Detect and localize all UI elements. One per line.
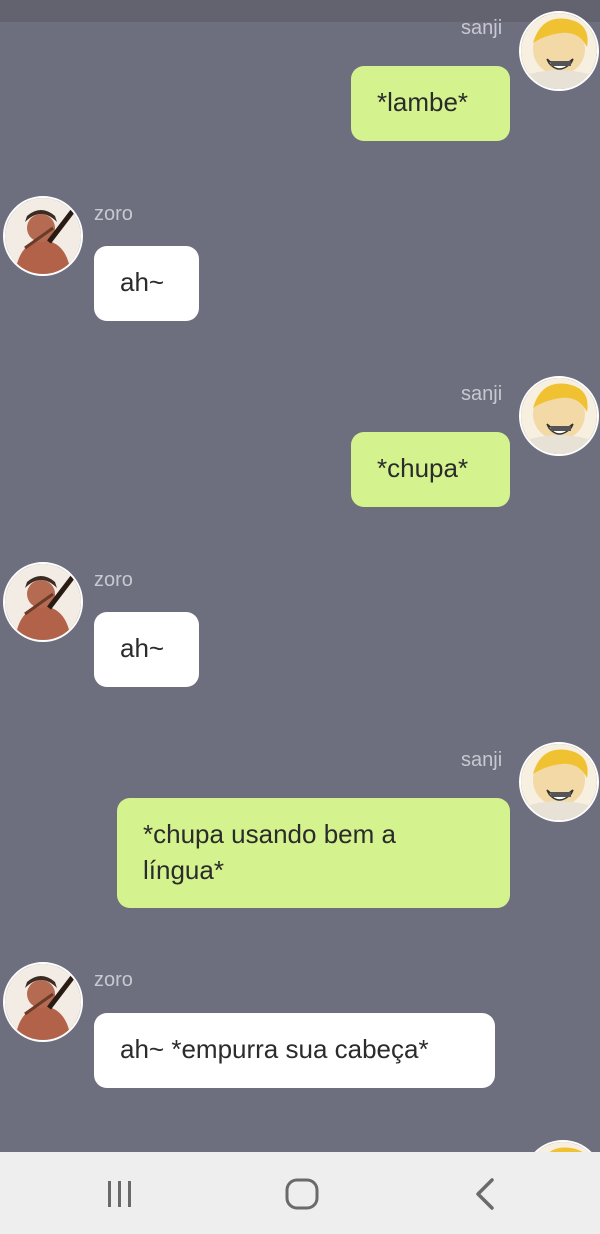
sender-name: sanji	[461, 17, 503, 39]
message-bubble[interactable]: ah~	[94, 246, 199, 321]
system-nav-bar	[0, 1152, 600, 1234]
zoro-avatar[interactable]	[3, 562, 83, 642]
home-icon[interactable]	[272, 1174, 332, 1214]
sanji-avatar[interactable]	[523, 1140, 600, 1152]
sender-name: zoro	[94, 569, 133, 591]
message-bubble[interactable]: ah~ *empurra sua cabeça*	[94, 1013, 495, 1088]
message-bubble[interactable]: ah~	[94, 612, 199, 687]
sender-name: zoro	[94, 969, 133, 991]
zoro-avatar[interactable]	[3, 962, 83, 1042]
sanji-avatar[interactable]	[519, 11, 599, 91]
sender-name: zoro	[94, 203, 133, 225]
recent-apps-icon[interactable]	[90, 1174, 150, 1214]
back-icon[interactable]	[455, 1174, 515, 1214]
message-bubble[interactable]: *chupa usando bem a língua*	[117, 798, 510, 908]
message-bubble[interactable]: *lambe*	[351, 66, 510, 141]
chat-log[interactable]: sanji *lambe* zoro ah~ sanji *chupa* zor…	[0, 0, 600, 1152]
message-bubble[interactable]: *chupa*	[351, 432, 510, 507]
sender-name: sanji	[461, 749, 503, 771]
sanji-avatar[interactable]	[519, 742, 599, 822]
zoro-avatar[interactable]	[3, 196, 83, 276]
chat-screen: sanji *lambe* zoro ah~ sanji *chupa* zor…	[0, 0, 600, 1234]
top-strip	[0, 0, 600, 22]
sender-name: sanji	[461, 383, 503, 405]
sanji-avatar[interactable]	[519, 376, 599, 456]
